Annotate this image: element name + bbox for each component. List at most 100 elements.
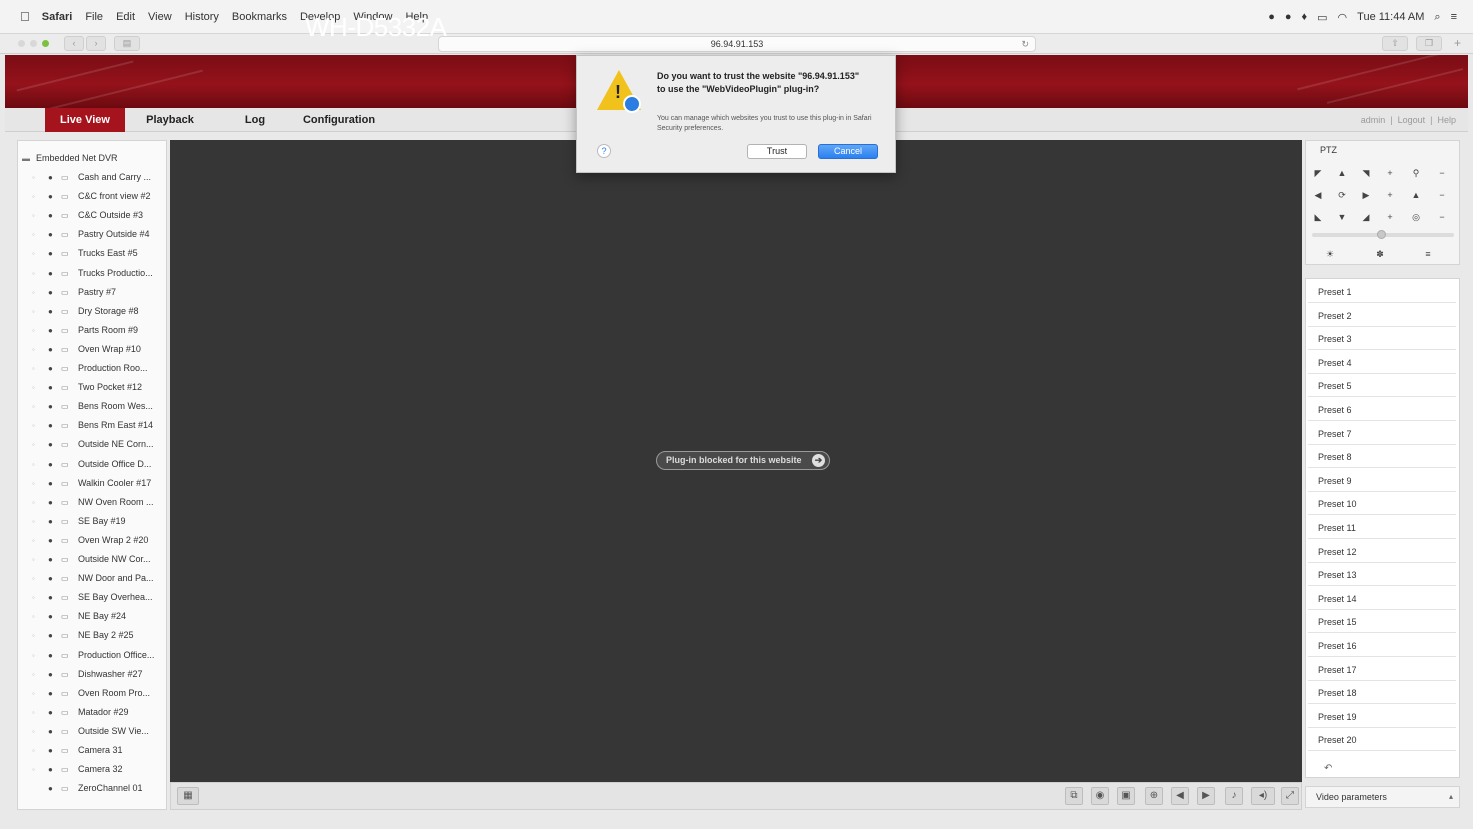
record-status-icon[interactable]: ●: [48, 536, 53, 545]
preset-item[interactable]: Preset 7: [1308, 423, 1456, 445]
menu-safari[interactable]: Safari: [42, 11, 73, 23]
camera-item[interactable]: ◦ ● ▭ Walkin Cooler #17: [18, 475, 166, 494]
ptz-down-right-icon[interactable]: ◢: [1356, 208, 1376, 226]
camera-item[interactable]: ◦ ● ▭ Bens Room Wes...: [18, 398, 166, 417]
wifi-icon[interactable]: ◠: [1338, 11, 1348, 24]
record-status-icon[interactable]: ●: [48, 383, 53, 392]
camera-item[interactable]: ◦ ● ▭ Trucks Productio...: [18, 265, 166, 284]
camera-item[interactable]: ◦ ● ▭ Two Pocket #12: [18, 379, 166, 398]
preset-item[interactable]: Preset 11: [1308, 517, 1456, 539]
camera-item[interactable]: ◦ ● ▭ Outside Office D...: [18, 456, 166, 475]
ptz-right-icon[interactable]: ▶: [1356, 186, 1376, 204]
ptz-up-left-icon[interactable]: ◤: [1308, 164, 1328, 182]
clock[interactable]: Tue 11:44 AM: [1357, 11, 1424, 23]
camera-item[interactable]: ◦ ● ▭ Parts Room #9: [18, 322, 166, 341]
ptz-down-icon[interactable]: ▼: [1332, 208, 1352, 226]
slider-handle[interactable]: [1377, 230, 1386, 239]
share-icon[interactable]: ⇧: [1382, 36, 1408, 51]
record-status-icon[interactable]: ●: [48, 288, 53, 297]
camera-item[interactable]: ◦ ● ▭ SE Bay #19: [18, 513, 166, 532]
camera-item[interactable]: ● ▭ ZeroChannel 01: [18, 780, 166, 799]
preset-item[interactable]: Preset 1: [1308, 281, 1456, 303]
preset-item[interactable]: Preset 5: [1308, 375, 1456, 398]
preset-item[interactable]: Preset 15: [1308, 611, 1456, 634]
call-preset-icon[interactable]: ↶: [1324, 763, 1332, 774]
preset-item[interactable]: Preset 19: [1308, 706, 1456, 728]
focus-icon[interactable]: ▲: [1406, 186, 1426, 204]
arrow-right-icon[interactable]: ➔: [812, 454, 825, 467]
record-status-icon[interactable]: ●: [48, 173, 53, 182]
light-icon[interactable]: ☀: [1320, 245, 1340, 263]
zoom-icon[interactable]: ⚲: [1406, 164, 1426, 182]
iris-close-icon[interactable]: −: [1432, 208, 1452, 226]
chevron-up-icon[interactable]: ▴: [1449, 787, 1453, 807]
preset-item[interactable]: Preset 12: [1308, 541, 1456, 563]
iris-open-icon[interactable]: +: [1380, 208, 1400, 226]
ptz-speed-slider[interactable]: [1312, 230, 1454, 239]
stop-all-icon[interactable]: ⧉: [1065, 787, 1083, 805]
record-status-icon[interactable]: ●: [48, 326, 53, 335]
preset-item[interactable]: Preset 17: [1308, 659, 1456, 681]
notification-center-icon[interactable]: ≡: [1451, 11, 1457, 23]
menu-history[interactable]: History: [185, 11, 219, 23]
status-icon[interactable]: ●: [1285, 11, 1292, 23]
apple-icon[interactable]: : [20, 9, 30, 24]
zoom-out-icon[interactable]: −: [1432, 164, 1452, 182]
preset-item[interactable]: Preset 16: [1308, 635, 1456, 657]
zoom-icon[interactable]: ⊕: [1145, 787, 1163, 805]
preset-item[interactable]: Preset 4: [1308, 352, 1456, 374]
camera-item[interactable]: ◦ ● ▭ Oven Room Pro...: [18, 685, 166, 704]
zoom-in-icon[interactable]: +: [1380, 164, 1400, 182]
record-status-icon[interactable]: ●: [48, 211, 53, 220]
camera-item[interactable]: ◦ ● ▭ NW Door and Pa...: [18, 570, 166, 589]
record-status-icon[interactable]: ●: [48, 460, 53, 469]
camera-item[interactable]: ◦ ● ▭ C&C front view #2: [18, 188, 166, 207]
camera-item[interactable]: ◦ ● ▭ Camera 32: [18, 761, 166, 780]
menu-view[interactable]: View: [148, 11, 172, 23]
preset-item[interactable]: Preset 20: [1308, 729, 1456, 752]
camera-item[interactable]: ◦ ● ▭ Dishwasher #27: [18, 666, 166, 685]
camera-item[interactable]: ◦ ● ▭ Outside SW Vie...: [18, 723, 166, 742]
record-status-icon[interactable]: ●: [48, 230, 53, 239]
record-status-icon[interactable]: ●: [48, 765, 53, 774]
camera-item[interactable]: ◦ ● ▭ Pastry #7: [18, 284, 166, 303]
camera-item[interactable]: ◦ ● ▭ Trucks East #5: [18, 245, 166, 264]
record-status-icon[interactable]: ●: [48, 784, 53, 793]
preset-item[interactable]: Preset 6: [1308, 399, 1456, 421]
tab-configuration[interactable]: Configuration: [297, 108, 381, 132]
ptz-auto-icon[interactable]: ⟳: [1332, 186, 1352, 204]
close-window-icon[interactable]: [18, 40, 25, 47]
ptz-down-left-icon[interactable]: ◣: [1308, 208, 1328, 226]
record-status-icon[interactable]: ●: [48, 593, 53, 602]
menu-edit[interactable]: Edit: [116, 11, 135, 23]
menu-file[interactable]: File: [85, 11, 103, 23]
record-status-icon[interactable]: ●: [48, 364, 53, 373]
record-status-icon[interactable]: ●: [48, 727, 53, 736]
help-link[interactable]: Help: [1437, 115, 1456, 125]
window-layout-icon[interactable]: ▦: [177, 787, 199, 805]
camera-item[interactable]: ◦ ● ▭ Production Office...: [18, 647, 166, 666]
sidebar-icon[interactable]: ▤: [114, 36, 140, 51]
preset-item[interactable]: Preset 2: [1308, 305, 1456, 327]
ptz-up-right-icon[interactable]: ◥: [1356, 164, 1376, 182]
camera-item[interactable]: ◦ ● ▭ NE Bay 2 #25: [18, 627, 166, 646]
wiper-icon[interactable]: ✽: [1370, 245, 1390, 263]
tree-root[interactable]: ▬ Embedded Net DVR: [18, 150, 166, 169]
iris-icon[interactable]: ◎: [1406, 208, 1426, 226]
record-status-icon[interactable]: ●: [48, 307, 53, 316]
record-icon[interactable]: ▣: [1117, 787, 1135, 805]
cancel-button[interactable]: Cancel: [818, 144, 878, 159]
record-status-icon[interactable]: ●: [48, 498, 53, 507]
fullscreen-window-icon[interactable]: [42, 40, 49, 47]
shield-status-icon[interactable]: ♦: [1302, 11, 1308, 23]
record-status-icon[interactable]: ●: [48, 555, 53, 564]
spotlight-icon[interactable]: ⌕: [1434, 11, 1440, 24]
record-status-icon[interactable]: ●: [48, 670, 53, 679]
record-status-icon[interactable]: ●: [48, 612, 53, 621]
focus-near-icon[interactable]: +: [1380, 186, 1400, 204]
record-status-icon[interactable]: ●: [48, 192, 53, 201]
reload-icon[interactable]: ↻: [1021, 37, 1029, 51]
volume-icon[interactable]: ◂): [1251, 787, 1275, 805]
camera-item[interactable]: ◦ ● ▭ Pastry Outside #4: [18, 226, 166, 245]
trust-button[interactable]: Trust: [747, 144, 807, 159]
